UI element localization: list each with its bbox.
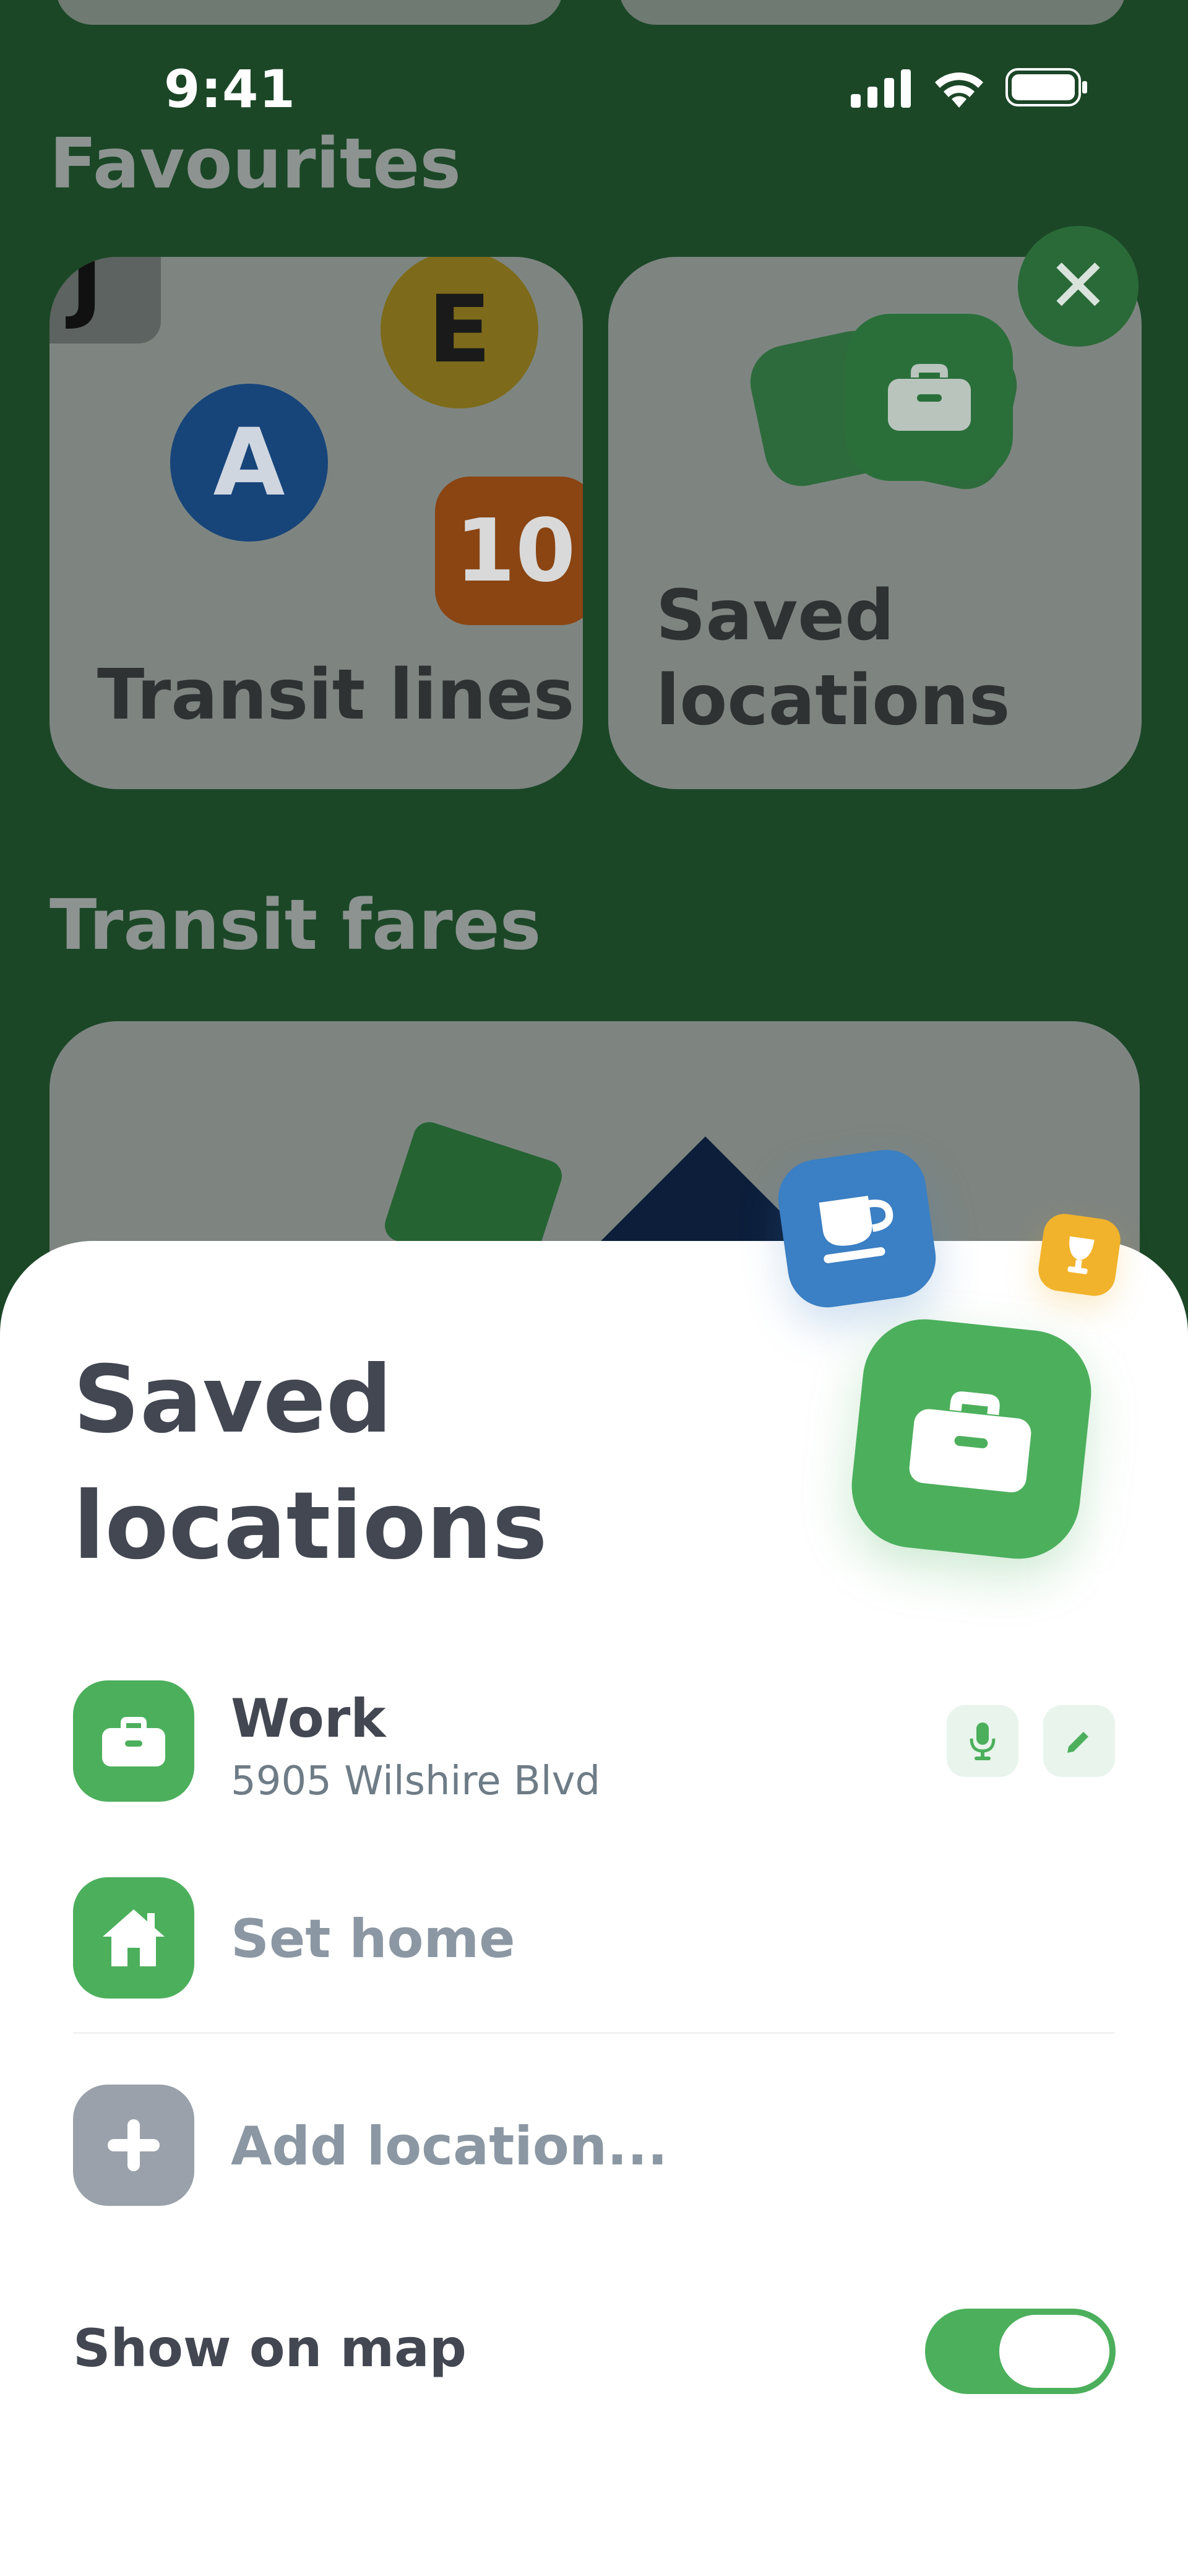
set-home-row[interactable]: Set home (73, 1877, 1119, 2001)
briefcase-icon (845, 1313, 1098, 1565)
microphone-icon (970, 1722, 996, 1760)
saved-locations-label: Saved locations (656, 576, 1010, 741)
toggle-knob (999, 2315, 1109, 2388)
show-on-map-toggle[interactable] (925, 2309, 1116, 2394)
favourites-title: Favourites (50, 124, 461, 204)
add-location-row[interactable]: Add location... (73, 2085, 1119, 2208)
status-time: 9:41 (164, 59, 296, 119)
briefcase-icon (73, 1680, 194, 1802)
set-home-label: Set home (231, 1908, 515, 1970)
line-badge-e: E (381, 257, 538, 408)
line-badge-j: J (50, 257, 161, 344)
plus-icon (73, 2085, 194, 2206)
briefcase-icon (846, 314, 1013, 481)
divider (73, 2032, 1115, 2034)
signal-icon (851, 69, 911, 108)
coffee-icon (773, 1144, 941, 1313)
show-on-map-label: Show on map (73, 2318, 467, 2379)
battery-icon (1005, 68, 1087, 106)
close-button[interactable]: ✕ (1018, 226, 1138, 347)
transit-fares-title: Transit fares (50, 885, 541, 966)
voice-button[interactable] (947, 1705, 1018, 1777)
top-card (56, 0, 563, 25)
location-address: 5905 Wilshire Blvd (231, 1758, 601, 1804)
line-badge-10: 10 (435, 477, 583, 625)
sheet-title: Saved locations (73, 1346, 548, 1580)
top-card (619, 0, 1126, 25)
transit-lines-label: Transit lines (97, 655, 575, 735)
wifi-icon (935, 72, 983, 108)
line-badge-a: A (170, 384, 328, 542)
edit-button[interactable] (1043, 1705, 1115, 1777)
trophy-icon (1035, 1211, 1124, 1299)
location-row-work[interactable]: Work 5905 Wilshire Blvd (73, 1680, 1119, 1804)
pencil-icon (1067, 1732, 1088, 1753)
transit-lines-card[interactable]: J E A 10 Transit lines (50, 257, 583, 789)
add-location-label: Add location... (231, 2116, 668, 2177)
location-name: Work (231, 1688, 386, 1750)
home-icon (73, 1877, 194, 1999)
